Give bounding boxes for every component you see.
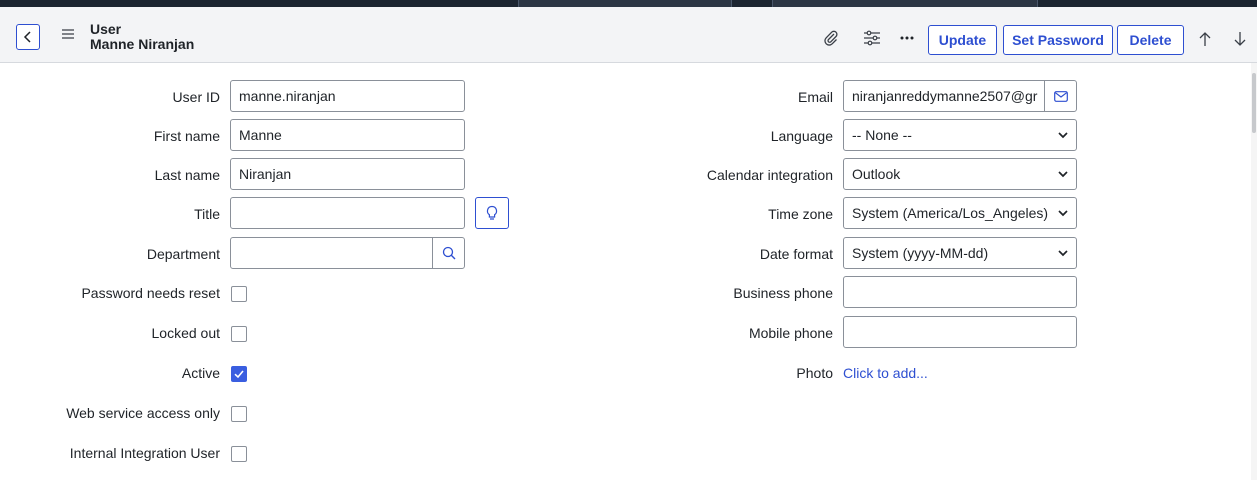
first-name-label: First name xyxy=(153,128,220,144)
add-photo-link[interactable]: Click to add... xyxy=(843,365,928,381)
record-type: User xyxy=(90,21,122,37)
language-select[interactable]: -- None -- xyxy=(843,119,1077,151)
more-options-button[interactable] xyxy=(898,29,916,47)
mobile-phone-label: Mobile phone xyxy=(748,325,833,341)
department-label: Department xyxy=(146,246,220,262)
title-input[interactable] xyxy=(230,197,465,229)
personalize-form-button[interactable] xyxy=(862,29,882,47)
last-name-label: Last name xyxy=(154,167,220,183)
mobile-phone-input[interactable] xyxy=(843,316,1077,348)
department-lookup-button[interactable] xyxy=(432,238,464,268)
email-value: niranjanreddymanne2507@gr xyxy=(852,88,1038,104)
calendar-integration-label: Calendar integration xyxy=(706,167,833,183)
time-zone-select[interactable]: System (America/Los_Angeles) xyxy=(843,197,1077,229)
first-name-value: Manne xyxy=(239,127,282,143)
web-service-access-only-checkbox[interactable] xyxy=(231,406,247,422)
arrow-up-icon xyxy=(1199,32,1211,46)
send-email-button[interactable] xyxy=(1044,81,1076,111)
user-id-value: manne.niranjan xyxy=(239,88,336,104)
first-name-input[interactable]: Manne xyxy=(230,119,465,151)
password-needs-reset-checkbox[interactable] xyxy=(231,286,247,302)
set-password-button[interactable]: Set Password xyxy=(1003,25,1113,55)
active-checkbox[interactable] xyxy=(231,366,247,382)
email-input[interactable]: niranjanreddymanne2507@gr xyxy=(843,80,1077,112)
date-format-label: Date format xyxy=(759,246,833,262)
back-button[interactable] xyxy=(16,24,40,50)
attachment-button[interactable] xyxy=(822,29,840,47)
envelope-icon xyxy=(1053,90,1068,102)
user-id-input[interactable]: manne.niranjan xyxy=(230,80,465,112)
hamburger-menu-icon[interactable] xyxy=(62,29,74,39)
locked-out-checkbox[interactable] xyxy=(231,326,247,342)
language-label: Language xyxy=(770,128,833,144)
paperclip-icon xyxy=(824,30,838,46)
update-button[interactable]: Update xyxy=(928,25,997,55)
top-app-strip xyxy=(0,0,1257,7)
checkmark-icon xyxy=(234,370,244,379)
internal-integration-user-checkbox[interactable] xyxy=(231,446,247,462)
time-zone-value: System (America/Los_Angeles) xyxy=(852,205,1049,221)
title-suggestion-button[interactable] xyxy=(475,197,509,229)
scrollbar-thumb[interactable] xyxy=(1252,73,1256,133)
more-options-icon xyxy=(900,36,914,40)
previous-record-button[interactable] xyxy=(1196,29,1214,49)
lightbulb-icon xyxy=(486,205,498,220)
photo-label: Photo xyxy=(796,365,833,381)
chevron-down-icon xyxy=(1058,171,1068,178)
date-format-select[interactable]: System (yyyy-MM-dd) xyxy=(843,237,1077,269)
browser-tab-strip xyxy=(518,0,732,7)
chevron-left-icon xyxy=(23,31,31,43)
web-service-access-only-label: Web service access only xyxy=(66,405,220,421)
last-name-value: Niranjan xyxy=(239,166,292,182)
password-needs-reset-label: Password needs reset xyxy=(81,285,220,301)
internal-integration-user-label: Internal Integration User xyxy=(69,445,220,461)
chevron-down-icon xyxy=(1058,250,1068,257)
settings-sliders-icon xyxy=(864,30,880,46)
title-label: Title xyxy=(194,206,220,222)
last-name-input[interactable]: Niranjan xyxy=(230,158,465,190)
browser-tab-strip xyxy=(772,0,1038,7)
page-title: User Manne Niranjan xyxy=(90,22,194,52)
calendar-integration-value: Outlook xyxy=(852,166,901,182)
email-label: Email xyxy=(797,89,833,105)
date-format-value: System (yyyy-MM-dd) xyxy=(852,245,989,261)
language-value: -- None -- xyxy=(852,127,912,143)
page-scrollbar[interactable] xyxy=(1251,63,1257,480)
locked-out-label: Locked out xyxy=(151,325,221,341)
search-icon xyxy=(442,246,455,260)
business-phone-input[interactable] xyxy=(843,276,1077,308)
chevron-down-icon xyxy=(1058,210,1068,217)
chevron-down-icon xyxy=(1058,132,1068,139)
form-header: User Manne Niranjan Update Set Password … xyxy=(0,7,1257,63)
calendar-integration-select[interactable]: Outlook xyxy=(843,158,1077,190)
active-label: Active xyxy=(181,365,220,381)
record-name: Manne Niranjan xyxy=(90,36,195,52)
delete-button[interactable]: Delete xyxy=(1117,25,1184,55)
next-record-button[interactable] xyxy=(1231,29,1249,49)
department-input[interactable] xyxy=(230,237,465,269)
business-phone-label: Business phone xyxy=(733,285,833,301)
time-zone-label: Time zone xyxy=(768,206,833,222)
user-id-label: User ID xyxy=(172,89,220,105)
arrow-down-icon xyxy=(1234,32,1246,46)
